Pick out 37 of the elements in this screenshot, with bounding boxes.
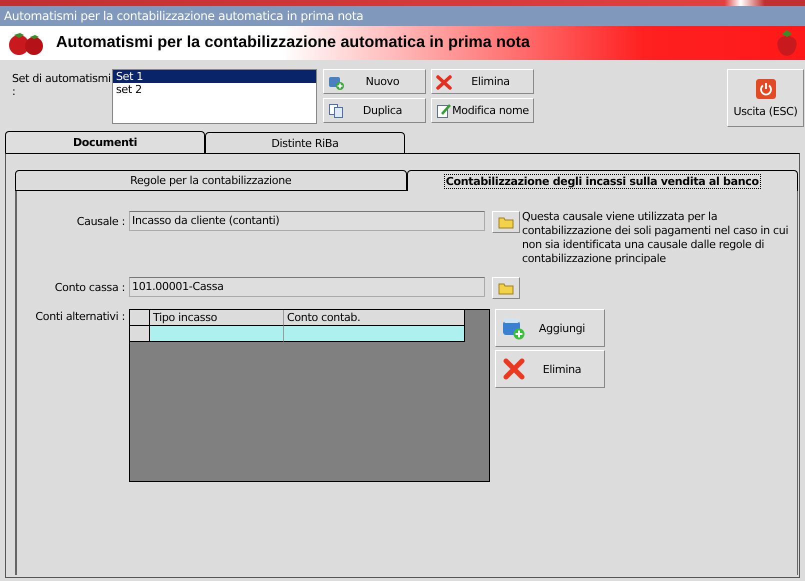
grid-button[interactable]: Aggiungi [495,309,605,347]
table-cell[interactable] [150,326,284,342]
strawberry-icon [775,28,799,58]
edit-icon [436,102,452,118]
window-title: Automatismi per la contabilizzazione automatica in prima nota [4,9,364,23]
browse-button[interactable] [492,277,520,299]
causale-field[interactable]: Incasso da cliente (contanti) [129,211,485,231]
grid-button[interactable]: Elimina [495,350,605,388]
delete-icon [502,357,526,381]
conti-alternativi-label: Conti alternativi : [34,310,126,323]
conto-cassa-label: Conto cassa : [54,281,126,294]
causale-label: Causale : [76,215,126,228]
column-header: Tipo incasso [150,310,284,326]
column-header: Conto contab. [284,310,465,326]
set-list-item[interactable]: set 2 [113,83,316,96]
power-icon [756,78,776,98]
folder-icon [498,281,514,295]
table-cell[interactable] [284,326,465,342]
browse-button[interactable] [492,211,520,233]
causale-description: Questa causale viene utilizzata per la contabilizzazione dei soli pagamenti nel caso in cui non sia identificata una causale dalle regole di contabilizzazione principale [522,210,790,266]
toolbar-button[interactable]: Modifica nome [431,98,534,123]
set-label: Set di automatismi : [12,72,112,98]
folder-icon [498,215,514,229]
tab[interactable]: Distinte RiBa [205,132,405,153]
tab[interactable]: Documenti [5,131,205,153]
toolbar-button[interactable]: Elimina [431,69,534,94]
toolbar-button[interactable]: Duplica [323,98,426,123]
copy-icon [328,102,344,118]
header-title: Automatismi per la contabilizzazione automatica in prima nota [56,34,530,52]
delete-icon [436,74,452,90]
add-icon [502,316,526,340]
tab[interactable]: Regole per la contabilizzazione [15,170,406,191]
set-list-item[interactable]: Set 1 [113,70,316,83]
toolbar-button[interactable]: Nuovo [323,69,426,94]
conto-cassa-field[interactable]: 101.00001-Cassa [129,277,485,297]
exit-button[interactable]: Uscita (ESC) [727,69,804,127]
tab[interactable]: Contabilizzazione degli incassi sulla vendita al banco [406,170,798,191]
